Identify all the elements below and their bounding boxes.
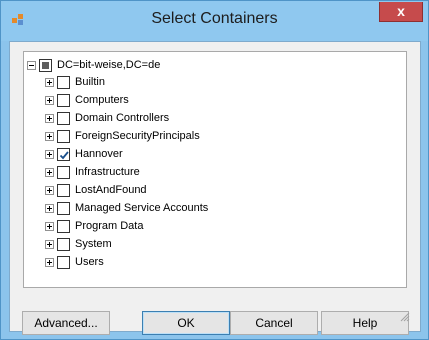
cancel-button[interactable]: Cancel — [230, 311, 318, 335]
node-checkbox[interactable] — [57, 129, 70, 143]
node-checkbox[interactable] — [57, 93, 70, 107]
tree-node-program-data[interactable]: Program Data — [45, 218, 143, 234]
node-checkbox[interactable] — [57, 165, 70, 179]
tree-node-label: System — [75, 238, 112, 250]
expand-icon[interactable] — [45, 203, 54, 213]
expand-icon[interactable] — [45, 239, 54, 249]
expand-icon[interactable] — [45, 167, 54, 177]
tree-node-label: Computers — [75, 94, 129, 106]
advanced-button[interactable]: Advanced... — [22, 311, 110, 335]
select-containers-dialog: Select Containers x DC=bit-weise,DC=de B… — [0, 0, 429, 340]
node-checkbox[interactable] — [57, 255, 70, 269]
tree-node-label: ForeignSecurityPrincipals — [75, 130, 200, 142]
tree-node-foreign-security-principals[interactable]: ForeignSecurityPrincipals — [45, 128, 200, 144]
node-checkbox[interactable] — [57, 111, 70, 125]
tree-node-label: Users — [75, 256, 104, 268]
expand-icon[interactable] — [45, 95, 54, 105]
tree-node-builtin[interactable]: Builtin — [45, 74, 105, 90]
tree-node-managed-service-accounts[interactable]: Managed Service Accounts — [45, 200, 208, 216]
expand-icon[interactable] — [45, 113, 54, 123]
node-checkbox-checked[interactable] — [57, 147, 70, 161]
node-checkbox[interactable] — [57, 201, 70, 215]
tree-node-label: Domain Controllers — [75, 112, 170, 124]
tree-node-domain-controllers[interactable]: Domain Controllers — [45, 110, 169, 126]
tree-node-label: DC=bit-weise,DC=de — [57, 59, 161, 71]
dialog-client-area: DC=bit-weise,DC=de Builtin Computers Dom… — [9, 41, 421, 335]
window-title: Select Containers — [151, 10, 278, 27]
expand-icon[interactable] — [45, 185, 54, 195]
expand-icon[interactable] — [45, 149, 54, 159]
container-tree[interactable]: DC=bit-weise,DC=de Builtin Computers Dom… — [23, 51, 407, 288]
title-bar[interactable]: Select Containers x — [1, 1, 428, 41]
root-checkbox[interactable] — [39, 58, 52, 72]
tree-node-users[interactable]: Users — [45, 254, 104, 270]
tree-node-lost-and-found[interactable]: LostAndFound — [45, 182, 147, 198]
tree-node-computers[interactable]: Computers — [45, 92, 129, 108]
close-button[interactable]: x — [379, 2, 423, 22]
expand-icon[interactable] — [45, 257, 54, 267]
collapse-icon[interactable] — [27, 60, 36, 70]
tree-node-infrastructure[interactable]: Infrastructure — [45, 164, 140, 180]
expand-icon[interactable] — [45, 131, 54, 141]
expand-icon[interactable] — [45, 77, 54, 87]
tree-root-node[interactable]: DC=bit-weise,DC=de — [27, 57, 160, 73]
node-checkbox[interactable] — [57, 219, 70, 233]
expand-icon[interactable] — [45, 221, 54, 231]
tree-node-label: Builtin — [75, 76, 105, 88]
node-checkbox[interactable] — [57, 75, 70, 89]
tree-node-label: Program Data — [75, 220, 144, 232]
tree-node-label: Hannover — [75, 148, 123, 160]
tree-node-label: Infrastructure — [75, 166, 140, 178]
help-button[interactable]: Help — [321, 311, 409, 335]
resize-grip-icon[interactable] — [400, 312, 410, 322]
tree-node-hannover[interactable]: Hannover — [45, 146, 123, 162]
ok-button[interactable]: OK — [142, 311, 230, 335]
node-checkbox[interactable] — [57, 183, 70, 197]
node-checkbox[interactable] — [57, 237, 70, 251]
tree-node-label: LostAndFound — [75, 184, 147, 196]
tree-node-system[interactable]: System — [45, 236, 112, 252]
tree-node-label: Managed Service Accounts — [75, 202, 209, 214]
checkmark-icon — [59, 150, 69, 159]
